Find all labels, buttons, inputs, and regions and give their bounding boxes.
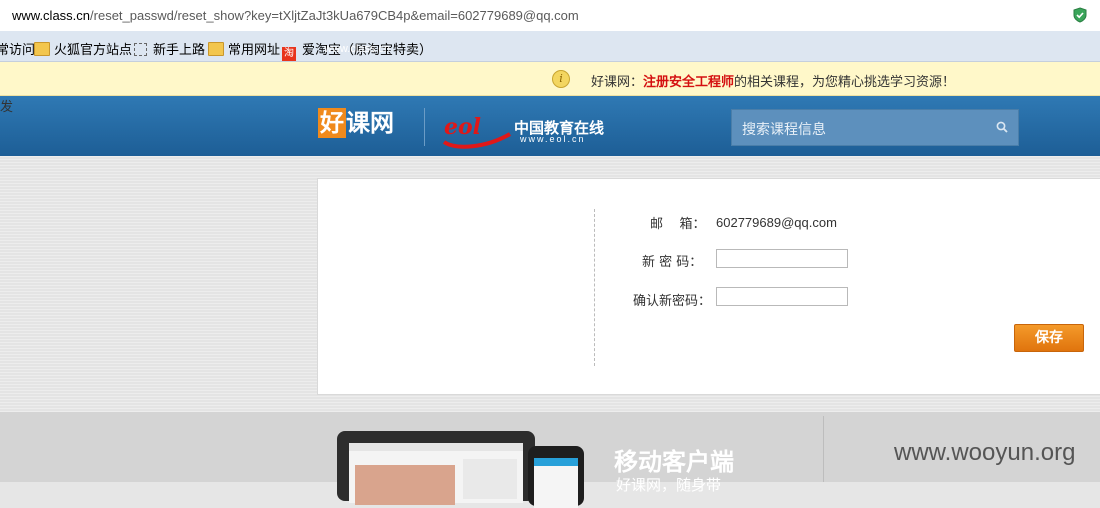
bookmark-label: 火狐官方站点: [54, 43, 133, 58]
tablet-screen-bar: [349, 443, 523, 451]
email-label: 邮 箱：: [650, 217, 706, 232]
tablet-image: [337, 431, 535, 505]
tablet-screen-image: [355, 465, 455, 505]
bookmark-firefox-official[interactable]: 火狐官方站点: [34, 39, 132, 58]
email-value: 602779689@qq.com: [716, 215, 837, 230]
url-host: www.class.cn: [12, 8, 91, 23]
search-placeholder: 搜索课程信息: [742, 122, 826, 138]
phone-image: [528, 446, 584, 508]
haokewang-logo[interactable]: 好课网: [318, 108, 394, 138]
folder-icon: [34, 42, 50, 56]
logo-box-char: 好: [318, 108, 346, 138]
bookmark-label: 常用网址: [228, 43, 281, 58]
notice-suffix: 的相关课程，为您精心挑选学习资源！: [734, 75, 956, 90]
watermark: www.wooyun.org: [894, 439, 1076, 466]
tablet-screen: [349, 443, 523, 505]
mobile-client-title[interactable]: 移动客户端: [614, 442, 734, 477]
reset-password-card: 邮 箱： 602779689@qq.com 新 密 码： 确认新密码： 保存: [317, 178, 1100, 395]
bookmark-label: 常访问: [0, 43, 36, 58]
info-icon: i: [552, 70, 570, 88]
footer: 移动客户端 好课网，随身带 www.wooyun.org: [0, 412, 1100, 508]
notice-prefix: 好课网：: [591, 75, 644, 90]
dashed-box-icon: [134, 43, 147, 56]
notification-message: 好课网：注册安全工程师的相关课程，为您精心挑选学习资源！: [591, 71, 955, 90]
phone-screen: [534, 458, 578, 508]
confirm-password-field[interactable]: [716, 287, 848, 306]
logo-name: 课网: [346, 109, 394, 137]
url-text[interactable]: www.class.cn/reset_passwd/reset_show?key…: [12, 8, 579, 23]
new-password-field[interactable]: [716, 249, 848, 268]
save-button[interactable]: 保存: [1014, 324, 1084, 352]
logo-url: www.class.cn: [324, 43, 391, 55]
bookmark-label: 新手上路: [153, 43, 206, 58]
shield-icon[interactable]: [1072, 7, 1088, 23]
folder-icon: [208, 42, 224, 56]
bookmark-common-sites[interactable]: 常用网址: [208, 39, 280, 58]
bookmark-getting-started[interactable]: 新手上路: [134, 39, 205, 58]
search-icon[interactable]: [996, 121, 1008, 133]
notice-course-link[interactable]: 注册安全工程师: [643, 75, 734, 90]
tablet-screen-sidebar: [463, 459, 517, 499]
phone-screen-bar: [534, 458, 578, 466]
card-divider: [594, 209, 595, 366]
notification-bar: i 好课网：注册安全工程师的相关课程，为您精心挑选学习资源！: [0, 62, 1100, 96]
confirm-password-label: 确认新密码：: [633, 294, 712, 309]
url-path: /reset_passwd/reset_show?key=tXljtZaJt3k…: [90, 8, 579, 23]
mobile-client-subtitle: 好课网，随身带: [616, 476, 722, 494]
taobao-icon: 淘: [282, 47, 296, 61]
new-password-label: 新 密 码：: [642, 255, 703, 270]
bookmark-frequent[interactable]: 常访问: [0, 39, 35, 58]
bookmarks-bar: 常访问 火狐官方站点 新手上路 常用网址 淘爱淘宝（原淘宝特卖）: [0, 31, 1100, 62]
course-search-input[interactable]: 搜索课程信息: [731, 109, 1019, 146]
footer-divider: [823, 416, 824, 482]
address-bar[interactable]: www.class.cn/reset_passwd/reset_show?key…: [0, 0, 1100, 32]
